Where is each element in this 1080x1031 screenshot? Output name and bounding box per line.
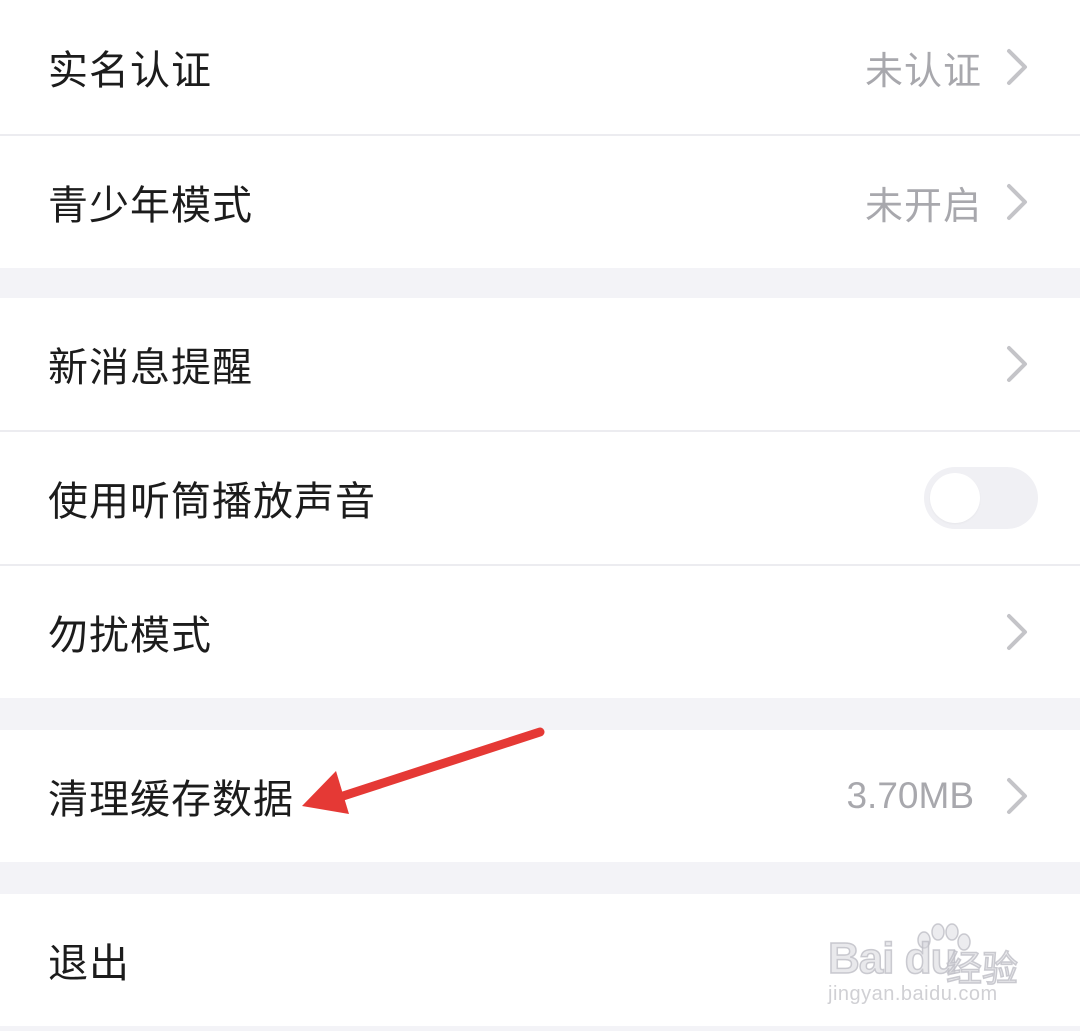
clear-cache-label: 清理缓存数据 — [48, 777, 294, 823]
watermark-url: jingyan.baidu.com — [828, 983, 998, 1005]
earpiece-toggle[interactable] — [924, 467, 1038, 529]
clear-cache-row[interactable]: 清理缓存数据 3.70MB — [0, 730, 1080, 862]
chevron-right-icon — [1007, 614, 1027, 650]
earpiece-playback-row: 使用听筒播放声音 — [0, 432, 1080, 564]
settings-page: 实名认证 未认证 青少年模式 未开启 新消息提醒 使用听筒播放声音 勿扰模式 清 — [0, 0, 1080, 1031]
dnd-mode-label: 勿扰模式 — [48, 613, 212, 659]
teen-mode-label: 青少年模式 — [48, 183, 253, 229]
chevron-right-icon — [1007, 49, 1027, 85]
watermark-logo-text: Bai du — [827, 933, 958, 984]
realname-auth-status: 未认证 — [864, 48, 982, 93]
chevron-right-icon — [1007, 346, 1027, 382]
new-message-label: 新消息提醒 — [48, 345, 253, 391]
toggle-knob — [930, 473, 980, 523]
realname-auth-label: 实名认证 — [48, 48, 212, 94]
chevron-right-icon — [1007, 778, 1027, 814]
earpiece-playback-label: 使用听筒播放声音 — [48, 479, 376, 525]
realname-auth-row[interactable]: 实名认证 未认证 — [0, 0, 1080, 134]
dnd-mode-row[interactable]: 勿扰模式 — [0, 566, 1080, 698]
teen-mode-row[interactable]: 青少年模式 未开启 — [0, 136, 1080, 268]
new-message-row[interactable]: 新消息提醒 — [0, 298, 1080, 430]
cache-size-value: 3.70MB — [846, 775, 974, 816]
teen-mode-status: 未开启 — [864, 183, 982, 228]
chevron-right-icon — [1007, 184, 1027, 220]
